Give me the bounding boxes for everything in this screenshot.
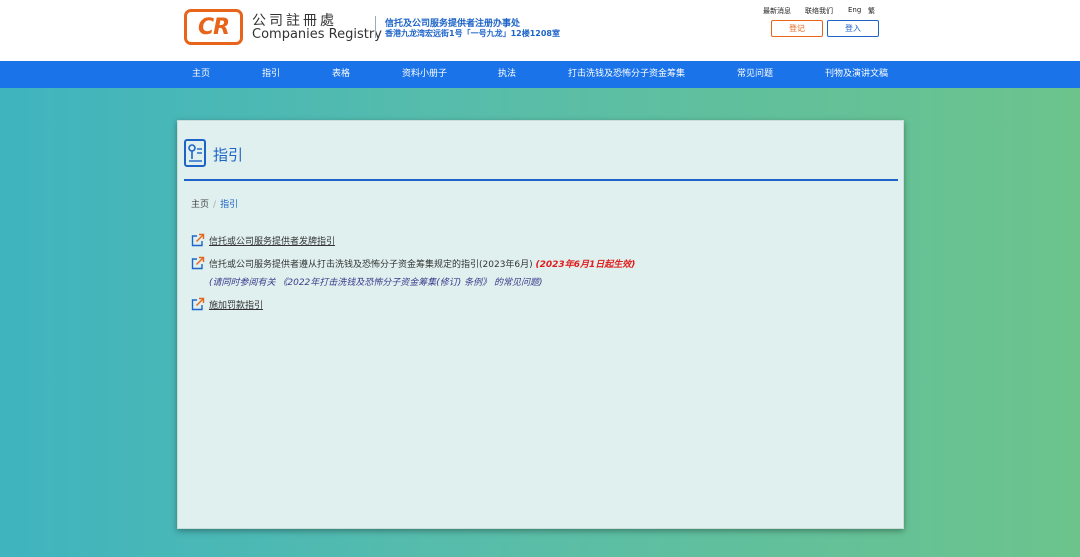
effective-date-label: (2023年6月1日起生效) bbox=[535, 260, 636, 270]
external-link-icon bbox=[191, 233, 205, 247]
english-language-link[interactable]: Eng bbox=[848, 6, 861, 14]
breadcrumb-current: 指引 bbox=[220, 200, 239, 210]
header-divider bbox=[375, 16, 376, 38]
nav-item-forms[interactable]: 表格 bbox=[332, 61, 350, 88]
nav-item-publications[interactable]: 刊物及演讲文稿 bbox=[825, 61, 888, 88]
traditional-chinese-link[interactable]: 繁 bbox=[868, 6, 875, 16]
cr-logo-text: CR bbox=[187, 12, 240, 42]
content-panel: 指引 主页 / 指引 信托或公司服务提供者发牌指引 信托或公司服务提供者遵从打击洗钱… bbox=[177, 120, 904, 529]
breadcrumb-home[interactable]: 主页 bbox=[191, 200, 209, 210]
breadcrumb: 主页 / 指引 bbox=[191, 197, 238, 210]
page-title: 指引 bbox=[213, 146, 244, 164]
latest-news-link[interactable]: 最新消息 bbox=[763, 6, 791, 16]
faq-reference-note[interactable]: (请同时参阅有关 《2022年打击洗钱及恐怖分子资金筹集(修订) 条例》 的常见… bbox=[209, 275, 543, 288]
login-button[interactable]: 登入 bbox=[827, 20, 879, 37]
brand-name-english: Companies Registry bbox=[252, 27, 382, 42]
nav-item-pamphlets[interactable]: 资料小册子 bbox=[402, 61, 447, 88]
register-button[interactable]: 登记 bbox=[771, 20, 823, 37]
list-item: 信托或公司服务提供者发牌指引 bbox=[191, 233, 891, 249]
nav-item-aml-ctf[interactable]: 打击洗钱及恐怖分子资金筹集 bbox=[568, 61, 685, 88]
guide-book-icon bbox=[184, 139, 206, 167]
guide-aml-compliance-item: 信托或公司服务提供者遵从打击洗钱及恐怖分子资金筹集规定的指引(2023年6月) … bbox=[209, 257, 635, 270]
breadcrumb-separator: / bbox=[213, 200, 217, 210]
guide-aml-compliance-link[interactable]: 信托或公司服务提供者遵从打击洗钱及恐怖分子资金筹集规定的指引(2023年6月) bbox=[209, 260, 533, 270]
contact-us-link[interactable]: 联络我们 bbox=[805, 6, 833, 16]
cr-logo[interactable]: CR bbox=[184, 9, 243, 45]
guide-penalty-link[interactable]: 施加罚款指引 bbox=[209, 298, 263, 311]
nav-item-faq[interactable]: 常见问题 bbox=[737, 61, 773, 88]
main-nav: 主页 指引 表格 资料小册子 执法 打击洗钱及恐怖分子资金筹集 常见问题 刊物及… bbox=[0, 61, 1080, 88]
guide-licensing-link[interactable]: 信托或公司服务提供者发牌指引 bbox=[209, 234, 335, 247]
nav-item-enforcement[interactable]: 执法 bbox=[498, 61, 516, 88]
site-header: CR 公司註冊處 Companies Registry 信托及公司服务提供者注册… bbox=[0, 0, 1080, 61]
external-link-icon bbox=[191, 297, 205, 311]
title-divider bbox=[184, 179, 898, 181]
office-address: 香港九龙湾宏远街1号「一号九龙」12楼1208室 bbox=[385, 29, 560, 38]
external-link-icon bbox=[191, 256, 205, 270]
nav-item-guidelines[interactable]: 指引 bbox=[262, 61, 280, 88]
nav-item-home[interactable]: 主页 bbox=[192, 61, 210, 88]
list-item: 施加罚款指引 bbox=[191, 297, 891, 313]
list-item: 信托或公司服务提供者遵从打击洗钱及恐怖分子资金筹集规定的指引(2023年6月) … bbox=[191, 256, 891, 290]
